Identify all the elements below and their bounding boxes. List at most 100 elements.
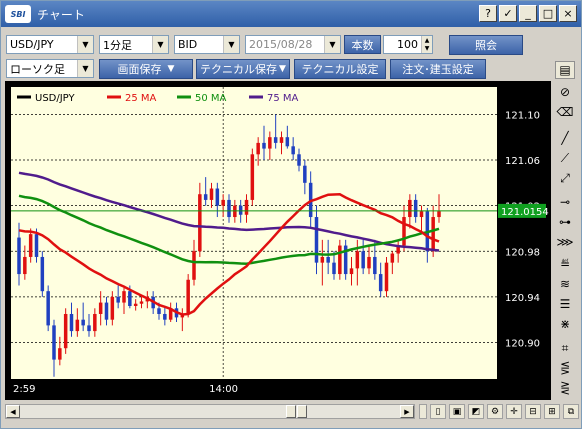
trend-line-icon[interactable]: ╱: [555, 129, 575, 147]
candle-body: [93, 313, 97, 332]
horizontal-line-icon[interactable]: ⊸: [555, 193, 575, 211]
extended-line-icon[interactable]: ⤢: [555, 169, 575, 187]
sbi-logo: SBI: [5, 5, 31, 23]
price-type-value: BID: [178, 38, 198, 51]
candle-body: [303, 165, 307, 183]
zoom-in-icon[interactable]: ⊞: [544, 404, 560, 419]
title-bar[interactable]: SBI チャート ? ✓ _ □ ×: [1, 1, 581, 27]
candlestick-chart[interactable]: 121.10121.06121.02120.98120.94120.90 2:5…: [5, 81, 551, 400]
vertical-line-icon[interactable]: ⊶: [555, 213, 575, 231]
current-price-label: 121.0154: [501, 207, 549, 218]
date-select[interactable]: 2015/08/28 ▼: [245, 35, 341, 54]
candle-body: [262, 142, 266, 149]
window-layout-icon[interactable]: ⧉: [563, 404, 579, 419]
candle-body: [238, 205, 243, 215]
candle-body: [28, 234, 33, 257]
horizontal-scrollbar[interactable]: ◀ ▶: [5, 404, 415, 419]
y-tick-label: 120.94: [505, 293, 540, 304]
count-stepper[interactable]: 100 ▲ ▼: [383, 35, 433, 54]
print-icon[interactable]: ▤: [555, 61, 575, 79]
spin-arrows-icon[interactable]: ▲ ▼: [421, 36, 432, 53]
candle-body: [203, 194, 208, 200]
candle-body: [163, 313, 167, 320]
retracement-icon[interactable]: ☰: [555, 295, 575, 313]
fibonacci-icon[interactable]: ≝: [555, 255, 575, 273]
symbol-select[interactable]: USD/JPY ▼: [6, 35, 94, 54]
candle-body: [69, 313, 74, 332]
interval-select[interactable]: 1分足 ▼: [99, 35, 169, 54]
candle-body: [116, 296, 120, 303]
cycle-icon[interactable]: ⋚: [555, 359, 575, 377]
candle-body: [104, 302, 109, 320]
no-draw-icon[interactable]: ⊘: [555, 83, 575, 101]
candle-body: [408, 199, 412, 218]
zoom-out-icon[interactable]: ⊟: [525, 404, 541, 419]
candle-body: [209, 188, 214, 200]
candle-body: [133, 303, 138, 306]
help-button[interactable]: ?: [479, 5, 497, 22]
toolbar-secondary: ローソク足 ▼ 画面保存 ▼ テクニカル保存 ▼ テクニカル設定 注文･建玉設定: [1, 59, 581, 81]
settings-gear-icon[interactable]: ⚙: [487, 404, 503, 419]
save-tech-label: テクニカル保存: [200, 63, 278, 76]
legend-label: USD/JPY: [35, 93, 75, 104]
chart-type-select[interactable]: ローソク足 ▼: [6, 59, 94, 78]
chart-image-icon[interactable]: ◩: [468, 404, 484, 419]
minimize-button[interactable]: _: [519, 5, 537, 22]
candle-body: [437, 211, 441, 218]
fan-icon[interactable]: ⋙: [555, 233, 575, 251]
candle-body: [122, 291, 126, 303]
gann-box-icon[interactable]: ⌗: [555, 339, 575, 357]
channel-icon[interactable]: ≋: [555, 275, 575, 293]
maximize-button[interactable]: □: [539, 5, 557, 22]
save-screen-label: 画面保存: [117, 63, 162, 76]
candle-body: [87, 325, 91, 332]
text-tool-icon[interactable]: ⋛: [555, 379, 575, 397]
chart-area[interactable]: 121.10121.06121.02120.98120.94120.90 2:5…: [5, 81, 551, 400]
candle-body: [128, 291, 132, 306]
candle-body: [384, 262, 389, 292]
legend-label: 50 MA: [195, 93, 227, 104]
splitter-icon[interactable]: [419, 404, 427, 419]
order-settings-button[interactable]: 注文･建玉設定: [390, 59, 486, 79]
candle-body: [215, 188, 220, 206]
price-type-select[interactable]: BID ▼: [174, 35, 240, 54]
candle-body: [40, 256, 45, 292]
scroll-left-arrow-icon[interactable]: ◀: [6, 405, 20, 418]
candle-body: [58, 348, 62, 360]
save-screen-button[interactable]: 画面保存 ▼: [99, 59, 193, 79]
toolbar-primary: USD/JPY ▼ 1分足 ▼ BID ▼ 2015/08/28 ▼ 本数 10…: [1, 35, 581, 57]
count-label: 本数: [344, 35, 381, 54]
x-tick-label: 14:00: [209, 384, 238, 395]
candle-body: [75, 319, 80, 332]
candle-body: [186, 279, 190, 314]
scroll-thumb-left[interactable]: [286, 405, 296, 418]
indicator-icon[interactable]: ▣: [449, 404, 465, 419]
candle-body: [332, 262, 336, 275]
candle-body: [367, 256, 371, 269]
x-tick-label: 2:59: [13, 384, 35, 395]
scroll-thumb-right[interactable]: [297, 405, 307, 418]
candle-body: [297, 154, 301, 166]
candle-body: [326, 256, 330, 263]
candle-body: [355, 251, 360, 269]
save-tech-button[interactable]: テクニカル保存 ▼: [196, 59, 290, 79]
candle-body: [227, 199, 231, 218]
candle-body: [110, 296, 115, 320]
gann-fan-icon[interactable]: ⋇: [555, 315, 575, 333]
query-button[interactable]: 照会: [449, 35, 523, 55]
crosshair-icon[interactable]: ✛: [506, 404, 522, 419]
candle-body: [81, 319, 85, 326]
window-title: チャート: [37, 7, 85, 22]
candle-body: [17, 237, 21, 275]
candle-body: [23, 256, 27, 275]
close-button[interactable]: ×: [559, 5, 577, 22]
candle-body: [378, 274, 383, 292]
pin-button[interactable]: ✓: [499, 5, 517, 22]
scroll-right-arrow-icon[interactable]: ▶: [400, 405, 414, 418]
candle-body: [390, 253, 395, 263]
ray-line-icon[interactable]: ⟋: [555, 149, 575, 167]
new-chart-icon[interactable]: ▯: [430, 404, 446, 419]
tech-settings-button[interactable]: テクニカル設定: [294, 59, 386, 79]
eraser-icon[interactable]: ⌫: [555, 103, 575, 121]
legend-label: 25 MA: [125, 93, 157, 104]
